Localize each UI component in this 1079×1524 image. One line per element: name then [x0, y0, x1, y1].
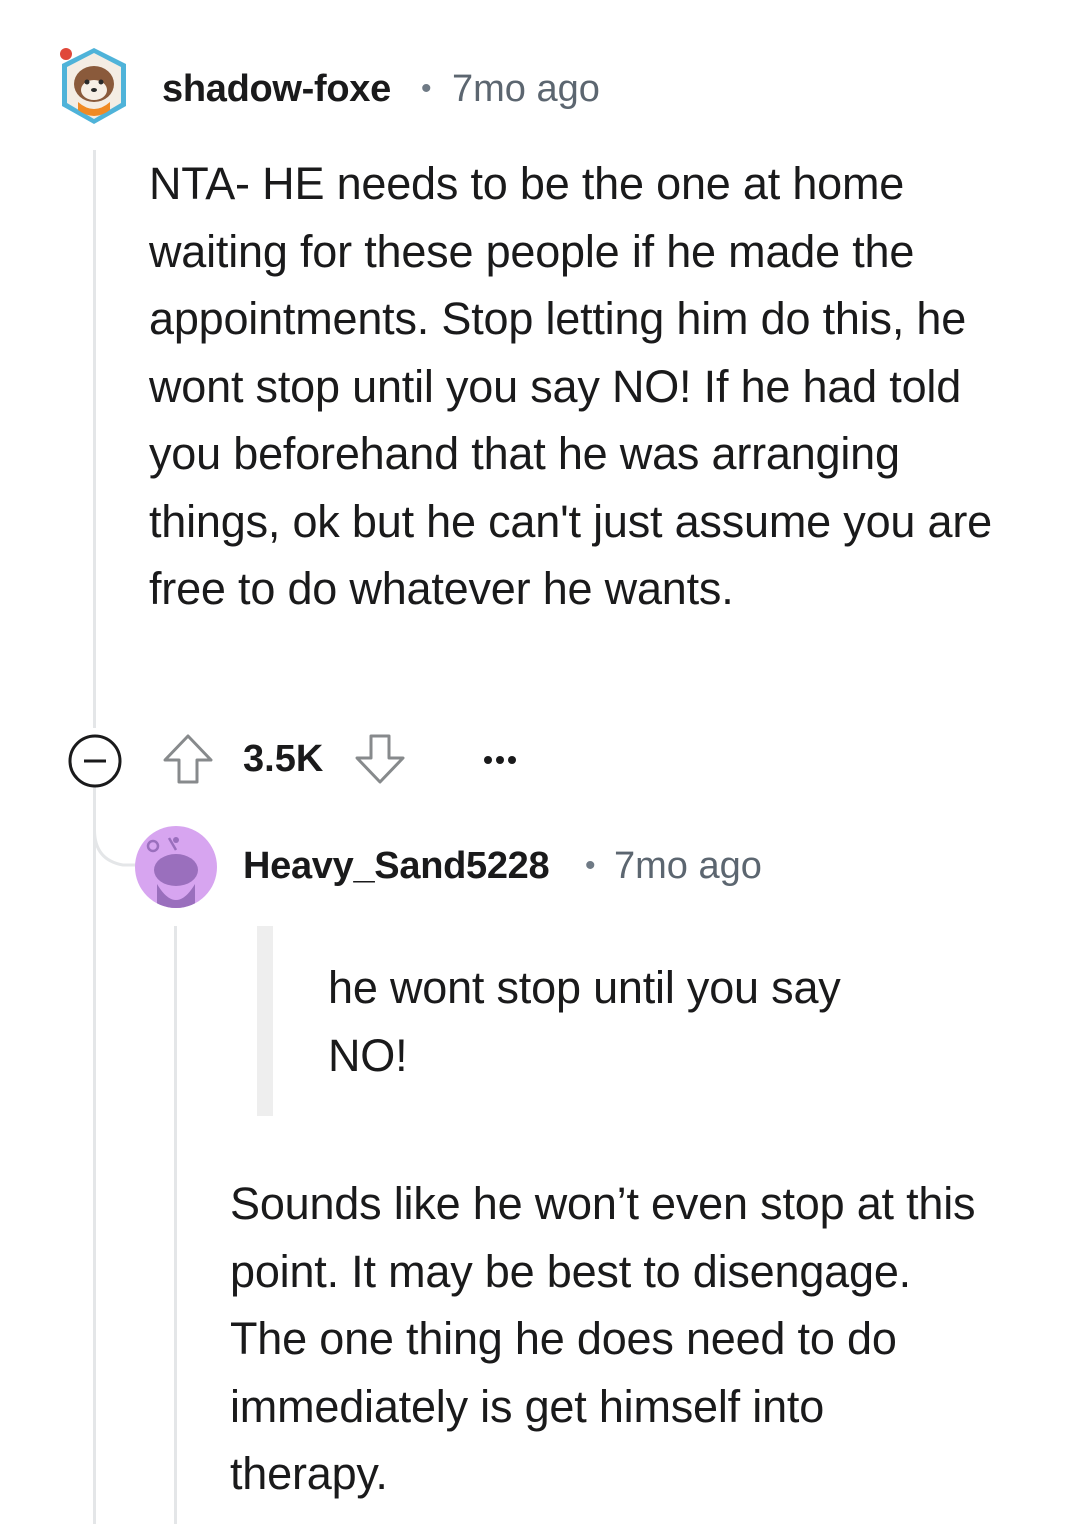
thread-line-main-lower: [93, 788, 96, 1524]
thread-line-reply[interactable]: [174, 926, 177, 1524]
reply-quote: he wont stop until you say NO!: [328, 962, 841, 1081]
vote-score: 3.5K: [243, 738, 324, 780]
collapse-minus-icon: [68, 734, 122, 788]
downvote-arrow-icon: [355, 734, 405, 784]
reply-timestamp[interactable]: 7mo ago: [614, 845, 762, 888]
comment-body: NTA- HE needs to be the one at home wait…: [149, 158, 992, 614]
reply-avatar[interactable]: [135, 826, 217, 908]
upvote-button[interactable]: [160, 731, 216, 787]
comment-username[interactable]: shadow-foxe: [162, 68, 391, 111]
meta-separator: •: [585, 849, 596, 882]
snoo-avatar-icon: [146, 837, 198, 908]
avatar[interactable]: [58, 44, 130, 128]
collapse-button[interactable]: [67, 733, 123, 789]
reply-username[interactable]: Heavy_Sand5228: [243, 845, 550, 888]
thread-line-main[interactable]: [93, 150, 96, 728]
blockquote-bar: [257, 926, 273, 1116]
downvote-button[interactable]: [352, 731, 408, 787]
meta-separator: •: [421, 72, 432, 105]
more-options-button[interactable]: [476, 740, 524, 780]
comment-timestamp[interactable]: 7mo ago: [452, 68, 600, 111]
upvote-arrow-icon: [163, 734, 213, 784]
reply-body: Sounds like he won’t even stop at this p…: [230, 1178, 976, 1499]
more-options-icon: [484, 756, 516, 764]
fox-avatar-icon: [60, 48, 126, 124]
